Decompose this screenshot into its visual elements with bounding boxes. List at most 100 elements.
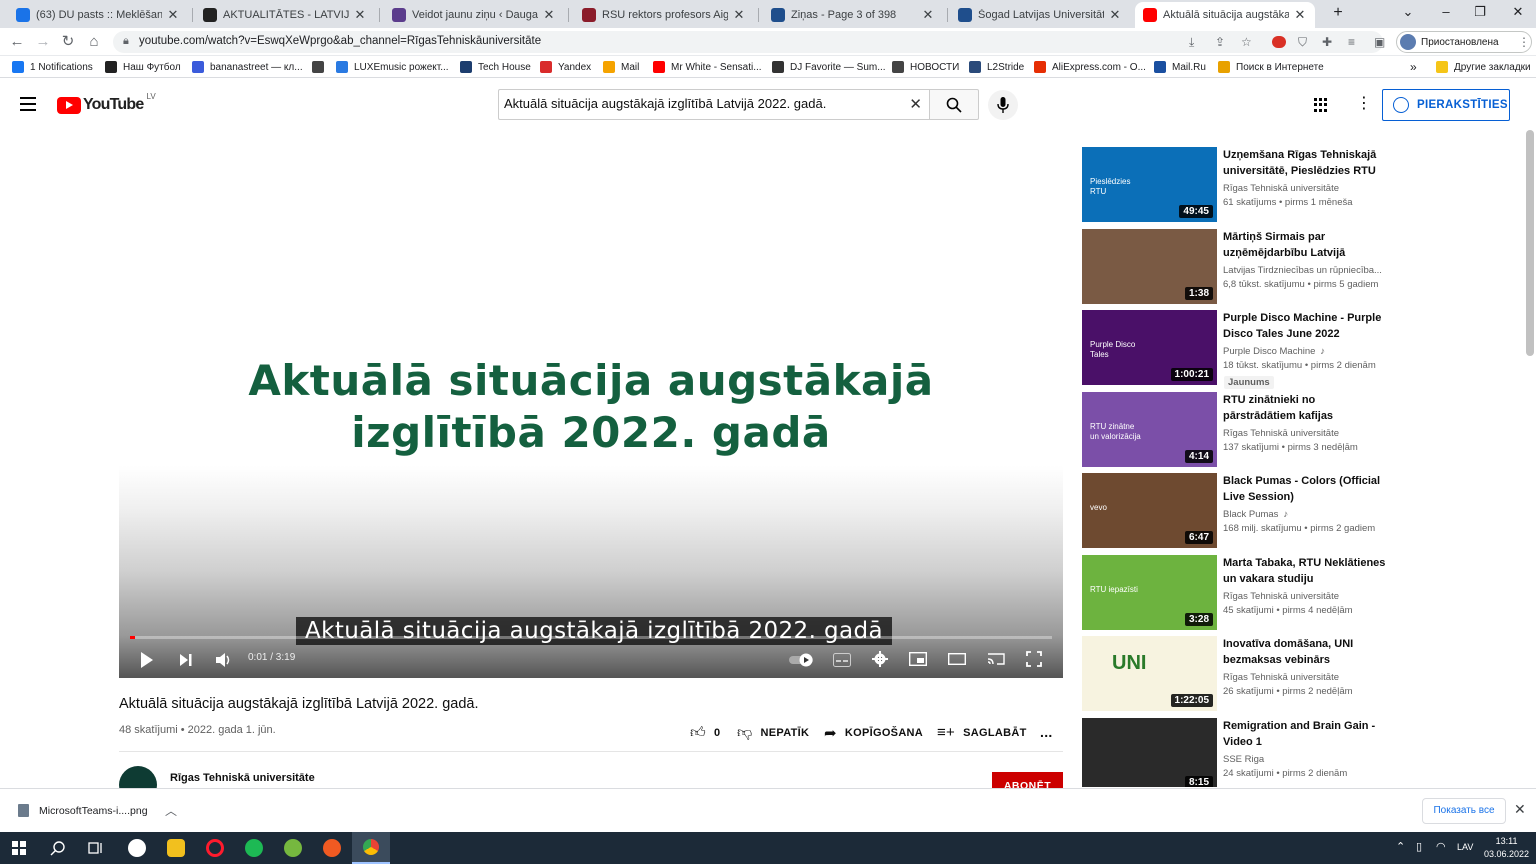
reload-icon[interactable]: ↻ <box>59 33 77 51</box>
bookmark-item[interactable]: Tech House <box>460 60 531 74</box>
more-actions-button[interactable]: ... <box>1040 724 1053 740</box>
video-thumbnail[interactable]: RTU iepazīsti 3:28 <box>1082 554 1217 630</box>
bookmark-item[interactable]: Поиск в Интернете <box>1218 60 1324 74</box>
search-input[interactable] <box>504 96 894 111</box>
origin-icon[interactable] <box>323 839 341 857</box>
dislike-button[interactable]: 👎︎ NEPATĪK <box>737 724 809 742</box>
close-tab-icon[interactable]: ✕ <box>353 7 367 23</box>
browser-tab[interactable]: AKTUALITĀTES - LATVIJAS UNIVE ✕ <box>195 2 375 28</box>
bookmarks-more-button[interactable]: » <box>1410 60 1417 74</box>
utorrent-icon[interactable] <box>284 839 302 857</box>
close-tab-icon[interactable]: ✕ <box>1293 7 1307 23</box>
cast-icon[interactable] <box>987 652 1005 666</box>
recommended-video[interactable]: UNI 1:22:05 Inovatīva domāšana, UNI bezmak… <box>1082 636 1392 712</box>
bookmark-item[interactable]: AliExpress.com - O... <box>1034 60 1146 74</box>
maximize-icon[interactable]: ❐ <box>1470 4 1490 20</box>
miniplayer-icon[interactable] <box>909 652 927 666</box>
tab-search-icon[interactable]: ⌄ <box>1398 4 1418 20</box>
windows-start-icon[interactable] <box>12 841 26 855</box>
recommended-video-title[interactable]: Marta Tabaka, RTU Neklātienes un vakara … <box>1223 555 1388 587</box>
system-clock[interactable]: 13:11 03.06.2022 <box>1484 835 1529 861</box>
hamburger-menu-icon[interactable] <box>20 97 36 115</box>
autoplay-toggle-icon[interactable] <box>789 653 815 667</box>
share-page-icon[interactable]: ⇪ <box>1215 35 1225 49</box>
spotify-icon[interactable] <box>245 839 263 857</box>
recommended-video[interactable]: 1:38 Mārtiņš Sirmais par uzņēmējdarbību L… <box>1082 228 1392 305</box>
video-thumbnail[interactable]: UNI 1:22:05 <box>1082 636 1217 711</box>
recommended-channel[interactable]: Purple Disco Machine ♪ <box>1223 346 1325 357</box>
youtube-logo[interactable]: YouTube LV <box>57 92 156 114</box>
bookmark-item[interactable]: Наш Футбол <box>105 60 181 74</box>
home-icon[interactable]: ⌂ <box>85 33 103 51</box>
browser-menu-icon[interactable]: ⋮ <box>1518 35 1530 49</box>
side-panel-icon[interactable]: ▣ <box>1374 35 1385 49</box>
bookmark-star-icon[interactable]: ☆ <box>1241 35 1252 49</box>
recommended-video-title[interactable]: Purple Disco Machine - Purple Disco Tale… <box>1223 310 1388 342</box>
browser-tab[interactable]: Aktuālā situācija augstākajā izglī ✕ <box>1135 2 1315 28</box>
recommended-channel[interactable]: Rīgas Tehniskā universitāte <box>1223 183 1339 194</box>
browser-tab[interactable]: Šogad Latvijas Universitāte stud ✕ <box>950 2 1130 28</box>
install-icon[interactable]: ⤓ <box>1189 35 1194 50</box>
video-thumbnail[interactable]: 1:38 <box>1082 228 1217 304</box>
recommended-video[interactable]: Purple Disco Tales 1:00:21 Purple Disco Ma… <box>1082 310 1392 389</box>
video-thumbnail[interactable]: Purple Disco Tales 1:00:21 <box>1082 310 1217 385</box>
battery-icon[interactable]: ▯ <box>1416 840 1422 853</box>
bookmark-item[interactable]: Mr White - Sensati... <box>653 60 762 74</box>
bookmark-item[interactable]: L2Stride <box>969 60 1024 74</box>
bookmark-item[interactable]: Yandex <box>540 60 591 74</box>
bookmark-item[interactable]: Mail <box>603 60 639 74</box>
opera-icon[interactable] <box>206 839 224 857</box>
profile-button[interactable]: Приостановлена <box>1396 31 1532 53</box>
shield-icon[interactable]: ⛉ <box>1298 35 1307 50</box>
recommended-video-title[interactable]: Mārtiņš Sirmais par uzņēmējdarbību Latvi… <box>1223 229 1388 261</box>
search-box[interactable]: ✕ <box>498 89 930 120</box>
url-text[interactable]: youtube.com/watch?v=EswqXeWprgo&ab_chann… <box>139 35 541 47</box>
bookmark-item[interactable]: bananastreet — кл... <box>192 60 303 74</box>
recommended-video-title[interactable]: Remigration and Brain Gain - Video 1 <box>1223 718 1388 750</box>
recommended-channel[interactable]: Black Pumas ♪ <box>1223 509 1288 520</box>
tray-chevron-icon[interactable]: ⌃ <box>1396 840 1405 853</box>
video-thumbnail[interactable]: 8:15 <box>1082 717 1217 787</box>
chevron-up-icon[interactable]: ︿ <box>165 802 177 819</box>
video-player[interactable]: Aktuālā situācija augstākajā izglītībā 2… <box>119 147 1063 678</box>
browser-tab[interactable]: Ziņas - Page 3 of 398 ✕ <box>763 2 943 28</box>
extension-red-icon[interactable] <box>1272 36 1286 48</box>
language-indicator[interactable]: LAV <box>1457 842 1473 852</box>
recommended-channel[interactable]: Rīgas Tehniskā universitāte <box>1223 672 1339 683</box>
recommended-video-title[interactable]: Uzņemšana Rīgas Tehniskajā universitātē,… <box>1223 147 1388 179</box>
back-icon[interactable]: ← <box>8 33 26 51</box>
like-button[interactable]: 👍︎ 0 <box>690 724 720 742</box>
chrome-taskbar-button[interactable] <box>352 832 390 864</box>
close-tab-icon[interactable]: ✕ <box>166 7 180 23</box>
recommended-channel[interactable]: Latvijas Tirdzniecības un rūpniecība... <box>1223 265 1382 276</box>
other-bookmarks[interactable]: Другие закладки <box>1436 60 1531 74</box>
subtitles-icon[interactable] <box>833 653 851 667</box>
browser-tab[interactable]: RSU rektors profesors Aigars Pēc ✕ <box>574 2 754 28</box>
recommended-video-title[interactable]: Black Pumas - Colors (Official Live Sess… <box>1223 473 1388 505</box>
media-control-icon[interactable]: ≡ <box>1348 35 1355 49</box>
bookmark-item[interactable]: DJ Favorite — Sum... <box>772 60 886 74</box>
video-thumbnail[interactable]: RTU zinātne un valorizācija 4:14 <box>1082 391 1217 467</box>
bookmark-item[interactable]: 1 Notifications <box>12 60 93 74</box>
fullscreen-icon[interactable] <box>1026 651 1042 667</box>
close-tab-icon[interactable]: ✕ <box>732 7 746 23</box>
bookmark-item[interactable]: Mail.Ru <box>1154 60 1206 74</box>
close-tab-icon[interactable]: ✕ <box>542 7 556 23</box>
browser-tab[interactable]: (63) DU pasts :: Meklēšanas rezu ✕ <box>8 2 188 28</box>
recommended-video-title[interactable]: RTU zinātnieki no pārstrādātiem kafijas … <box>1223 392 1388 424</box>
play-icon[interactable] <box>139 651 155 669</box>
theater-mode-icon[interactable] <box>948 652 966 666</box>
minimize-icon[interactable]: – <box>1436 4 1456 19</box>
save-button[interactable]: ≡+ SAGLABĀT <box>937 724 1027 741</box>
close-window-icon[interactable]: ✕ <box>1508 4 1528 20</box>
download-item[interactable]: MicrosoftTeams-i....png <box>18 804 148 817</box>
sign-in-button[interactable]: PIERAKSTĪTIES <box>1382 89 1510 121</box>
bookmark-item[interactable] <box>312 60 330 74</box>
settings-gear-icon[interactable] <box>872 651 888 667</box>
taskbar-search-icon[interactable] <box>50 840 66 856</box>
file-explorer-icon[interactable] <box>167 839 185 857</box>
voice-search-button[interactable] <box>988 90 1018 120</box>
recommended-video[interactable]: RTU zinātne un valorizācija 4:14 RTU zināt… <box>1082 391 1392 468</box>
video-thumbnail[interactable]: Pieslēdzies RTU 49:45 <box>1082 147 1217 222</box>
show-all-downloads-button[interactable]: Показать все <box>1422 798 1506 824</box>
